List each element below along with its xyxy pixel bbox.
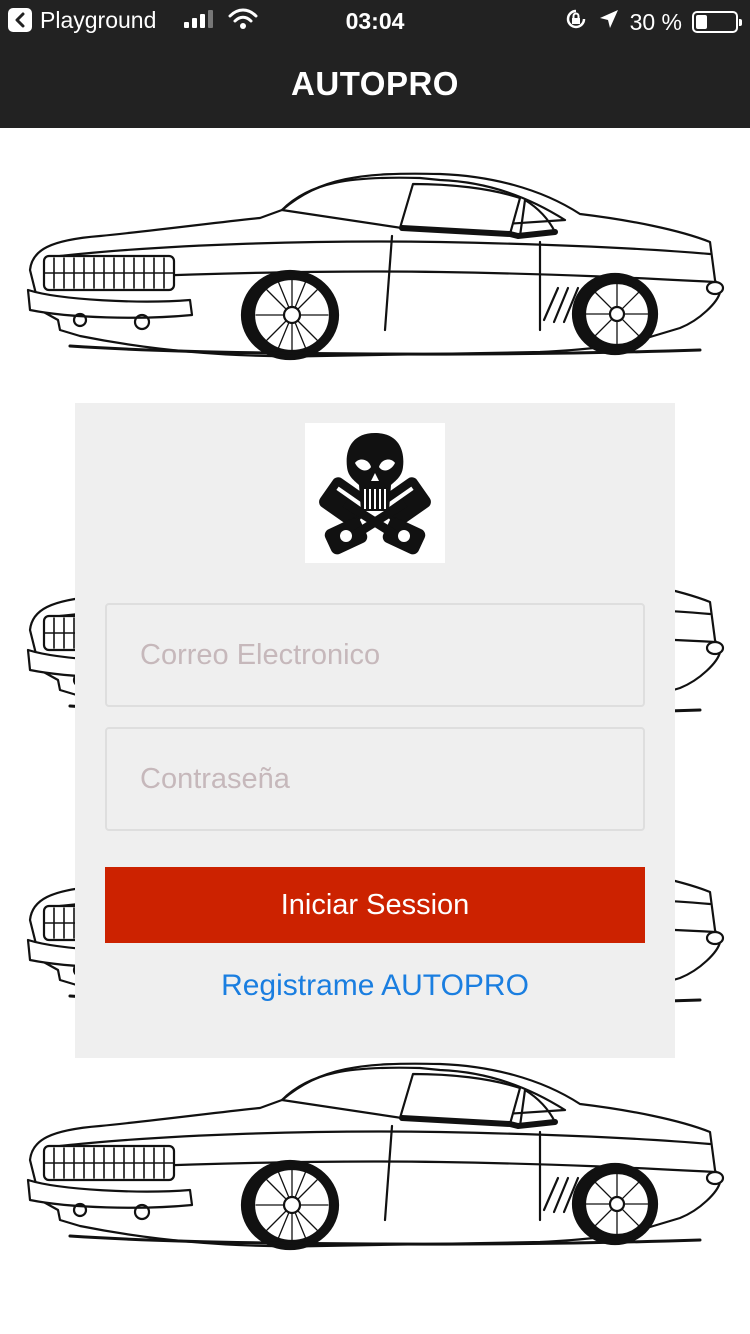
- location-arrow-icon: [598, 8, 620, 36]
- login-card: Correo Electronico Contraseña Iniciar Se…: [75, 403, 675, 1058]
- password-field[interactable]: Contraseña: [105, 727, 645, 831]
- car-illustration: [20, 1050, 730, 1270]
- email-placeholder: Correo Electronico: [140, 638, 381, 671]
- register-link[interactable]: Registrame AUTOPRO: [75, 969, 675, 1003]
- page-title: AUTOPRO: [291, 65, 459, 102]
- battery-icon: [692, 11, 742, 33]
- car-illustration: [20, 160, 730, 380]
- login-button-label: Iniciar Session: [280, 888, 470, 921]
- battery-percent: 30 %: [629, 8, 682, 35]
- skull-pistons-logo: [305, 423, 445, 563]
- status-right-group: 30 %: [564, 7, 742, 37]
- login-button[interactable]: Iniciar Session: [105, 867, 645, 943]
- orientation-lock-icon: [564, 7, 588, 37]
- email-field[interactable]: Correo Electronico: [105, 603, 645, 707]
- status-bar: Playground 03:04 30 %: [0, 0, 750, 40]
- battery-fill: [696, 15, 707, 29]
- navigation-bar: AUTOPRO: [0, 40, 750, 128]
- password-placeholder: Contraseña: [140, 762, 290, 795]
